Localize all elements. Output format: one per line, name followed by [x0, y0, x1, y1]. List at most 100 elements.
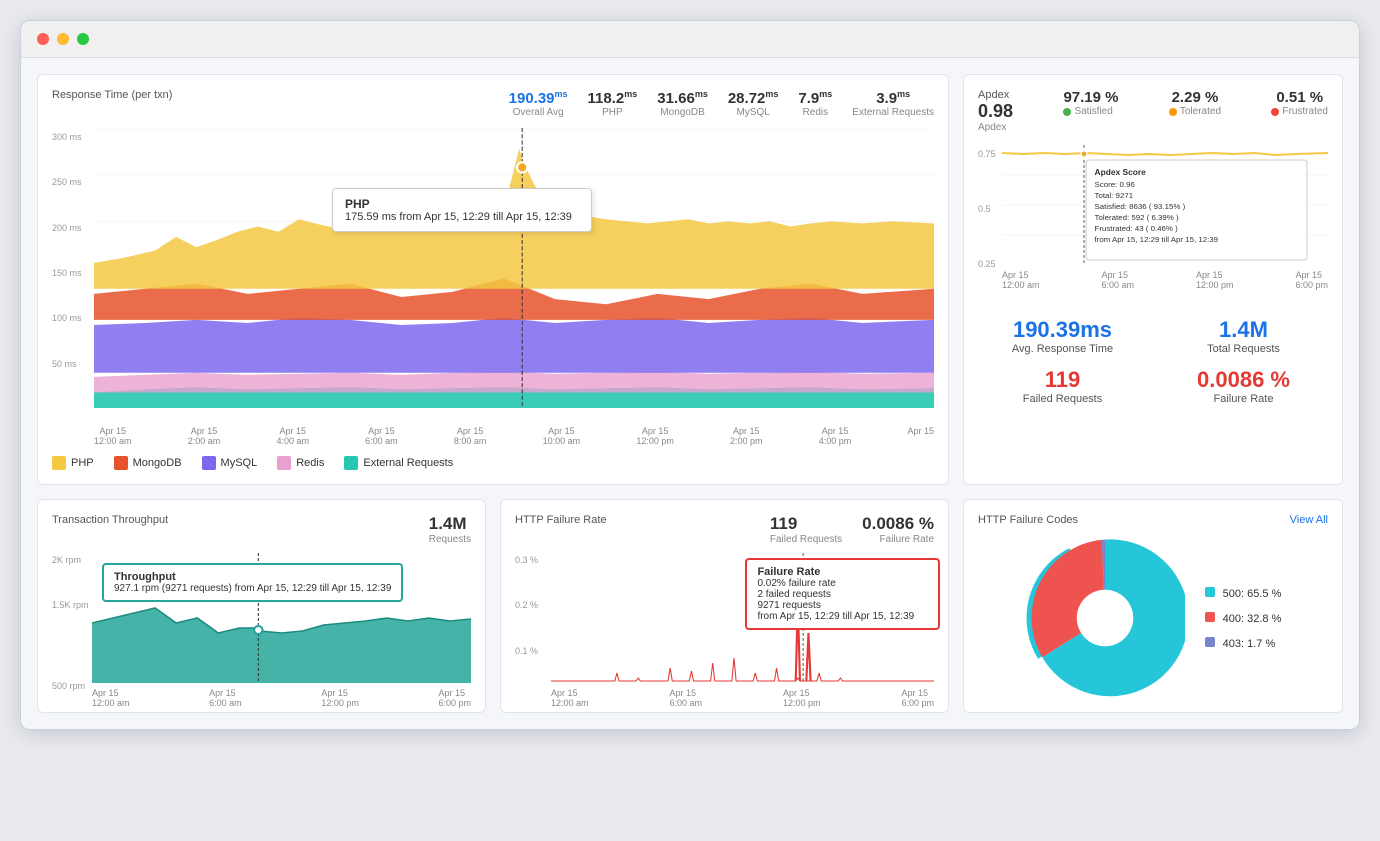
- legend-php: PHP: [52, 456, 94, 470]
- apdex-tolerated-block: 2.29 % Tolerated: [1169, 89, 1221, 117]
- throughput-sublabel: Requests: [429, 534, 471, 545]
- satisfied-dot: [1063, 108, 1071, 116]
- avg-response-val: 190.39ms: [978, 317, 1147, 343]
- svg-text:from Apr 15, 12:29 till Apr 15: from Apr 15, 12:29 till Apr 15, 12:39: [1095, 235, 1219, 244]
- close-dot[interactable]: [37, 33, 49, 45]
- failure-tooltip: Failure Rate 0.02% failure rate 2 failed…: [745, 558, 940, 630]
- pie-container: 500: 65.5 % 400: 32.8 % 403: 1.7 %: [978, 538, 1328, 698]
- maximize-dot[interactable]: [77, 33, 89, 45]
- rt-value-external: 3.9ms: [852, 89, 934, 107]
- frustrated-dot: [1271, 108, 1279, 116]
- apdex-chart-area: 0.75 0.5 0.25 Apdex Score Score: 0.96 To…: [978, 145, 1328, 305]
- failure-rate-label2: Failure Rate: [862, 534, 934, 545]
- throughput-tooltip-body: 927.1 rpm (9271 requests) from Apr 15, 1…: [114, 583, 391, 594]
- apdex-tolerated-val: 2.29 %: [1169, 89, 1221, 106]
- failure-rate-val2: 0.0086 %: [862, 514, 934, 534]
- apdex-score-label: Apdex: [978, 122, 1013, 133]
- browser-header: [21, 21, 1359, 58]
- total-requests-val: 1.4M: [1159, 317, 1328, 343]
- total-requests-label: Total Requests: [1159, 343, 1328, 355]
- pie-chart-svg: [1025, 538, 1185, 698]
- failure-rate-label: Failure Rate: [1159, 393, 1328, 405]
- rt-stat-redis: 7.9ms Redis: [798, 89, 832, 118]
- failure-failed-text: 2 failed requests: [757, 589, 830, 600]
- apdex-panel: Apdex 0.98 Apdex 97.19 % Satisfied 2.29 …: [963, 74, 1343, 485]
- legend-redis-label: Redis: [296, 457, 324, 469]
- failure-x-axis: Apr 1512:00 am Apr 156:00 am Apr 1512:00…: [551, 688, 934, 708]
- throughput-header: Transaction Throughput 1.4M Requests: [52, 514, 471, 545]
- rt-stat-php: 118.2ms PHP: [588, 89, 638, 118]
- legend-php-label: PHP: [71, 457, 94, 469]
- failed-requests-val: 119: [978, 367, 1147, 393]
- throughput-chart: 2K rpm 1.5K rpm 500 rpm: [52, 553, 471, 693]
- rt-label-redis: Redis: [798, 107, 832, 118]
- failure-title: HTTP Failure Rate: [515, 514, 607, 526]
- rt-stat-external: 3.9ms External Requests: [852, 89, 934, 118]
- rt-title: Response Time (per txn): [52, 89, 172, 101]
- rt-label-overall: Overall Avg: [509, 107, 568, 118]
- failure-rate-val: 0.0086 %: [1159, 367, 1328, 393]
- failed-req-label: Failed Requests: [770, 534, 842, 545]
- minimize-dot[interactable]: [57, 33, 69, 45]
- apdex-x-axis: Apr 1512:00 am Apr 156:00 am Apr 1512:00…: [1002, 270, 1328, 290]
- rt-stat-overall: 190.39ms Overall Avg: [509, 89, 568, 118]
- apdex-satisfied-block: 97.19 % Satisfied: [1063, 89, 1118, 117]
- svg-text:Tolerated: 592 ( 6.39% ): Tolerated: 592 ( 6.39% ): [1095, 213, 1180, 222]
- failed-requests-label: Failed Requests: [978, 393, 1147, 405]
- http-codes-panel: HTTP Failure Codes View All: [963, 499, 1343, 713]
- codes-title: HTTP Failure Codes: [978, 514, 1078, 526]
- failure-total-text: 9271 requests: [757, 600, 820, 611]
- svg-text:Satisfied: 8636 ( 93.15% ): Satisfied: 8636 ( 93.15% ): [1095, 202, 1186, 211]
- legend-php-dot: [52, 456, 66, 470]
- apdex-satisfied-val: 97.19 %: [1063, 89, 1118, 106]
- apdex-score-val: 0.98: [978, 101, 1013, 122]
- apdex-tolerated-label: Tolerated: [1169, 106, 1221, 117]
- apdex-total-requests: 1.4M Total Requests: [1159, 317, 1328, 355]
- apdex-failed-requests: 119 Failed Requests: [978, 367, 1147, 405]
- svg-text:Frustrated: 43 ( 0.46% ): Frustrated: 43 ( 0.46% ): [1095, 224, 1179, 233]
- apdex-avg-response: 190.39ms Avg. Response Time: [978, 317, 1147, 355]
- bottom-row: Transaction Throughput 1.4M Requests 2K …: [37, 499, 1343, 713]
- legend-mysql: MySQL: [202, 456, 258, 470]
- legend-mysql-label: MySQL: [221, 457, 258, 469]
- failure-tooltip-title: Failure Rate: [757, 566, 820, 578]
- dot-500: [1205, 587, 1215, 597]
- apdex-satisfied-label: Satisfied: [1063, 106, 1118, 117]
- apdex-failure-rate: 0.0086 % Failure Rate: [1159, 367, 1328, 405]
- codes-legend-403: 403: 1.7 %: [1205, 637, 1282, 650]
- rt-header: Response Time (per txn) 190.39ms Overall…: [52, 89, 934, 118]
- throughput-value: 1.4M: [429, 514, 471, 534]
- rt-chart-svg: [94, 128, 934, 408]
- rt-label-mysql: MySQL: [728, 107, 779, 118]
- failure-rate-stat: 0.0086 % Failure Rate: [862, 514, 934, 545]
- codes-legend: 500: 65.5 % 400: 32.8 % 403: 1.7 %: [1205, 587, 1282, 650]
- rt-label-php: PHP: [588, 107, 638, 118]
- apdex-frustrated-block: 0.51 % Frustrated: [1271, 89, 1328, 117]
- apdex-title-block: Apdex 0.98 Apdex: [978, 89, 1013, 133]
- codes-header: HTTP Failure Codes View All: [978, 514, 1328, 530]
- browser-window: Response Time (per txn) 190.39ms Overall…: [20, 20, 1360, 730]
- dashboard: Response Time (per txn) 190.39ms Overall…: [21, 58, 1359, 729]
- apdex-metrics: 190.39ms Avg. Response Time 1.4M Total R…: [978, 317, 1328, 405]
- svg-text:Apdex Score: Apdex Score: [1095, 168, 1147, 177]
- legend-external: External Requests: [344, 456, 453, 470]
- view-all-link[interactable]: View All: [1290, 514, 1328, 526]
- http-failure-panel: HTTP Failure Rate 119 Failed Requests 0.…: [500, 499, 949, 713]
- legend-mysql-dot: [202, 456, 216, 470]
- failed-req-val: 119: [770, 514, 842, 534]
- rt-value-php: 118.2ms: [588, 89, 638, 107]
- failure-header: HTTP Failure Rate 119 Failed Requests 0.…: [515, 514, 934, 545]
- dot-403: [1205, 637, 1215, 647]
- legend-external-label: External Requests: [363, 457, 453, 469]
- throughput-title: Transaction Throughput: [52, 514, 168, 526]
- throughput-tooltip-title: Throughput: [114, 571, 176, 583]
- response-time-panel: Response Time (per txn) 190.39ms Overall…: [37, 74, 949, 485]
- apdex-y-axis: 0.75 0.5 0.25: [978, 145, 996, 273]
- failure-rate-text: 0.02% failure rate: [757, 578, 835, 589]
- apdex-frustrated-val: 0.51 %: [1271, 89, 1328, 106]
- pie-center: [1076, 590, 1132, 646]
- failure-time-text: from Apr 15, 12:29 till Apr 15, 12:39: [757, 611, 914, 622]
- svg-text:Total: 9271: Total: 9271: [1095, 191, 1134, 200]
- legend-mongo-label: MongoDB: [133, 457, 182, 469]
- throughput-y-axis: 2K rpm 1.5K rpm 500 rpm: [52, 553, 92, 693]
